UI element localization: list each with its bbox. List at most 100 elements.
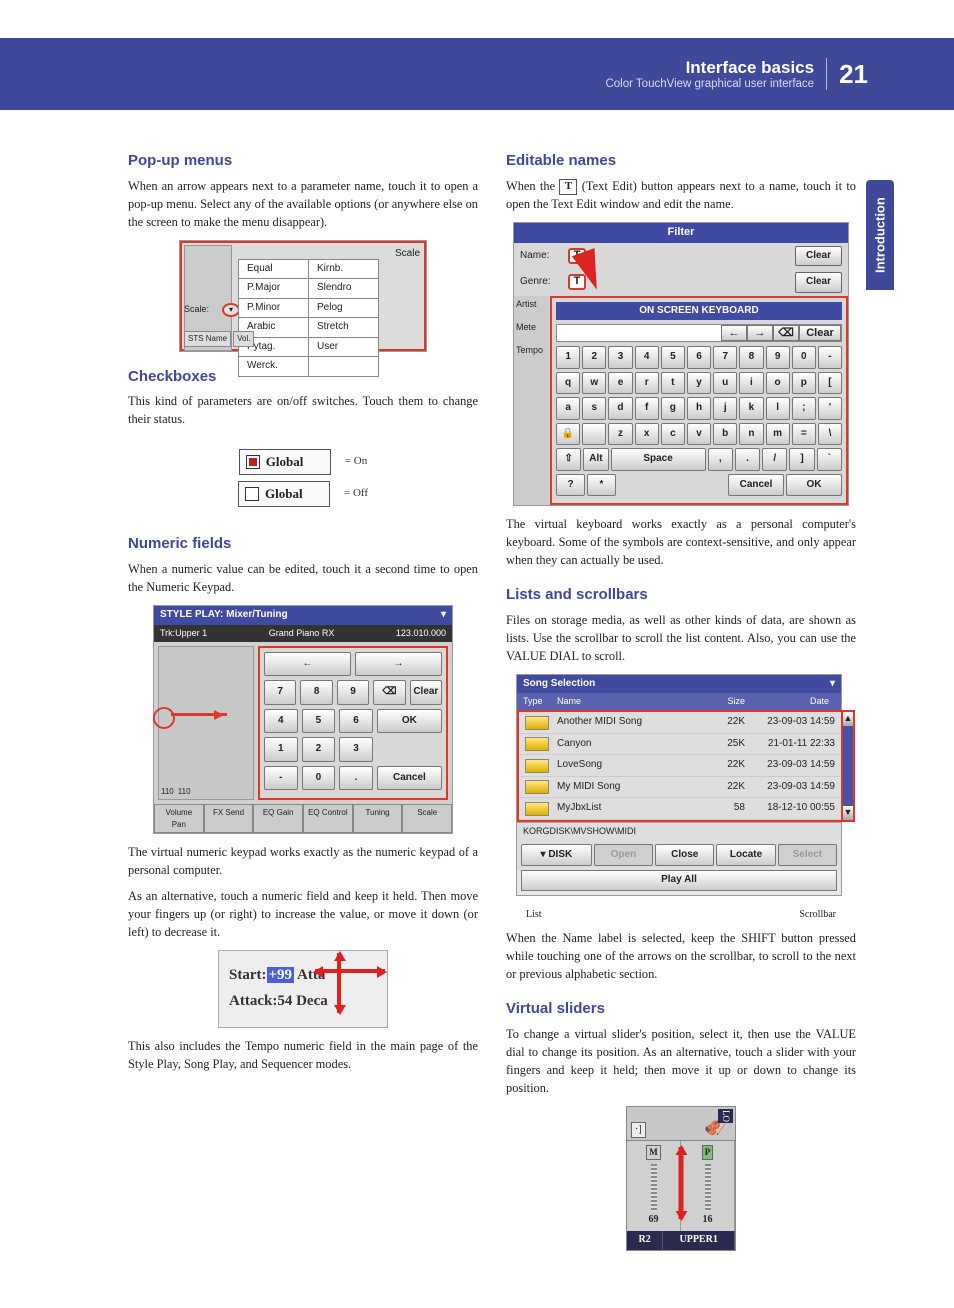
key-\[interactable]: \	[818, 423, 842, 446]
tab-fx-send[interactable]: FX Send	[204, 804, 254, 833]
tab-volume-pan[interactable]: Volume Pan	[154, 804, 204, 833]
key-d[interactable]: d	[608, 397, 632, 420]
key-l[interactable]: l	[766, 397, 790, 420]
key-g[interactable]: g	[661, 397, 685, 420]
key-period[interactable]: .	[735, 448, 760, 471]
tab-eq-gain[interactable]: EQ Gain	[253, 804, 303, 833]
checkbox-off[interactable]: Global	[238, 481, 330, 507]
key-9[interactable]: 9	[337, 680, 369, 705]
key-;[interactable]: ;	[792, 397, 816, 420]
key-5[interactable]: 5	[661, 346, 685, 369]
key-comma[interactable]: ,	[708, 448, 733, 471]
key-t[interactable]: t	[661, 372, 685, 395]
caret-left-button[interactable]: ←	[721, 325, 747, 341]
key-x[interactable]: x	[635, 423, 659, 446]
menu-dropdown-icon[interactable]: ▾	[830, 677, 835, 692]
key-dot[interactable]: .	[339, 766, 373, 791]
key-blank[interactable]	[582, 423, 606, 446]
key-🔒[interactable]: 🔒	[556, 423, 580, 446]
key-7[interactable]: 7	[713, 346, 737, 369]
key-7[interactable]: 7	[264, 680, 296, 705]
key-clear[interactable]: Clear	[410, 680, 442, 705]
disk-button[interactable]: ▾ DISK	[521, 844, 592, 867]
key--[interactable]: -	[818, 346, 842, 369]
key-0[interactable]: 0	[302, 766, 336, 791]
key-8[interactable]: 8	[300, 680, 332, 705]
key-v[interactable]: v	[687, 423, 711, 446]
list-item[interactable]: My MIDI Song22K23-09-03 14:59	[519, 777, 841, 799]
clear-name-button[interactable]: Clear	[795, 246, 842, 267]
close-button[interactable]: Close	[655, 844, 714, 867]
caret-right-button[interactable]: →	[747, 325, 773, 341]
key-=[interactable]: =	[792, 423, 816, 446]
menu-dropdown-icon[interactable]: ▾	[441, 608, 446, 623]
key-o[interactable]: o	[766, 372, 790, 395]
locate-button[interactable]: Locate	[716, 844, 775, 867]
key-nav-right[interactable]: →	[355, 652, 442, 677]
open-button[interactable]: Open	[594, 844, 653, 867]
key-shift[interactable]: ⇧	[556, 448, 581, 471]
key-s[interactable]: s	[582, 397, 606, 420]
key-backspace[interactable]: ⌫	[373, 680, 405, 705]
popup-options-table[interactable]: EqualKirnb. P.MajorSlendro P.MinorPelog …	[238, 259, 379, 377]
key-i[interactable]: i	[739, 372, 763, 395]
keyboard-cancel-button[interactable]: Cancel	[728, 474, 784, 497]
key-8[interactable]: 8	[739, 346, 763, 369]
key-6[interactable]: 6	[687, 346, 711, 369]
key-slash[interactable]: /	[762, 448, 787, 471]
key-cancel[interactable]: Cancel	[377, 766, 442, 791]
backspace-button[interactable]: ⌫	[773, 325, 799, 341]
key-[[interactable]: [	[818, 372, 842, 395]
key-y[interactable]: y	[687, 372, 711, 395]
key-minus[interactable]: -	[264, 766, 298, 791]
key-1[interactable]: 1	[264, 737, 298, 762]
key-bracket[interactable]: ]	[789, 448, 814, 471]
select-button[interactable]: Select	[778, 844, 837, 867]
slider-tracks[interactable]: M69 P16	[627, 1141, 735, 1231]
key-f[interactable]: f	[635, 397, 659, 420]
list-item[interactable]: LoveSong22K23-09-03 14:59	[519, 755, 841, 777]
key-0[interactable]: 0	[792, 346, 816, 369]
play-all-button[interactable]: Play All	[521, 870, 837, 891]
key-question[interactable]: ?	[556, 474, 585, 497]
list-item[interactable]: MyJbxList5818-12-10 00:55	[519, 798, 841, 820]
key-u[interactable]: u	[713, 372, 737, 395]
key-6[interactable]: 6	[339, 709, 373, 734]
tab-scale[interactable]: Scale	[402, 804, 452, 833]
key-a[interactable]: a	[556, 397, 580, 420]
key-3[interactable]: 3	[339, 737, 373, 762]
key-'[interactable]: '	[818, 397, 842, 420]
key-1[interactable]: 1	[556, 346, 580, 369]
key-4[interactable]: 4	[264, 709, 298, 734]
key-k[interactable]: k	[739, 397, 763, 420]
checkbox-on[interactable]: Global	[239, 449, 331, 475]
key-nav-left[interactable]: ←	[264, 652, 351, 677]
scroll-up-icon[interactable]: ▲	[843, 712, 853, 726]
key-p[interactable]: p	[792, 372, 816, 395]
key-b[interactable]: b	[713, 423, 737, 446]
tab-eq-control[interactable]: EQ Control	[303, 804, 353, 833]
key-q[interactable]: q	[556, 372, 580, 395]
key-e[interactable]: e	[608, 372, 632, 395]
key-alt[interactable]: Alt	[583, 448, 608, 471]
key-3[interactable]: 3	[608, 346, 632, 369]
clear-input-button[interactable]: Clear	[799, 325, 841, 341]
key-4[interactable]: 4	[635, 346, 659, 369]
key-z[interactable]: z	[608, 423, 632, 446]
clear-genre-button[interactable]: Clear	[795, 272, 842, 293]
key-9[interactable]: 9	[766, 346, 790, 369]
key-w[interactable]: w	[582, 372, 606, 395]
key-j[interactable]: j	[713, 397, 737, 420]
list-item[interactable]: Another MIDI Song22K23-09-03 14:59	[519, 712, 841, 734]
key-h[interactable]: h	[687, 397, 711, 420]
list-item[interactable]: Canyon25K21-01-11 22:33	[519, 734, 841, 756]
scrollbar[interactable]: ▲ ▼	[841, 710, 855, 822]
key-backtick[interactable]: `	[817, 448, 842, 471]
key-5[interactable]: 5	[302, 709, 336, 734]
keyboard-ok-button[interactable]: OK	[786, 474, 842, 497]
scroll-down-icon[interactable]: ▼	[843, 806, 853, 820]
key-r[interactable]: r	[635, 372, 659, 395]
selected-value[interactable]: +99	[267, 967, 295, 983]
key-c[interactable]: c	[661, 423, 685, 446]
key-2[interactable]: 2	[302, 737, 336, 762]
